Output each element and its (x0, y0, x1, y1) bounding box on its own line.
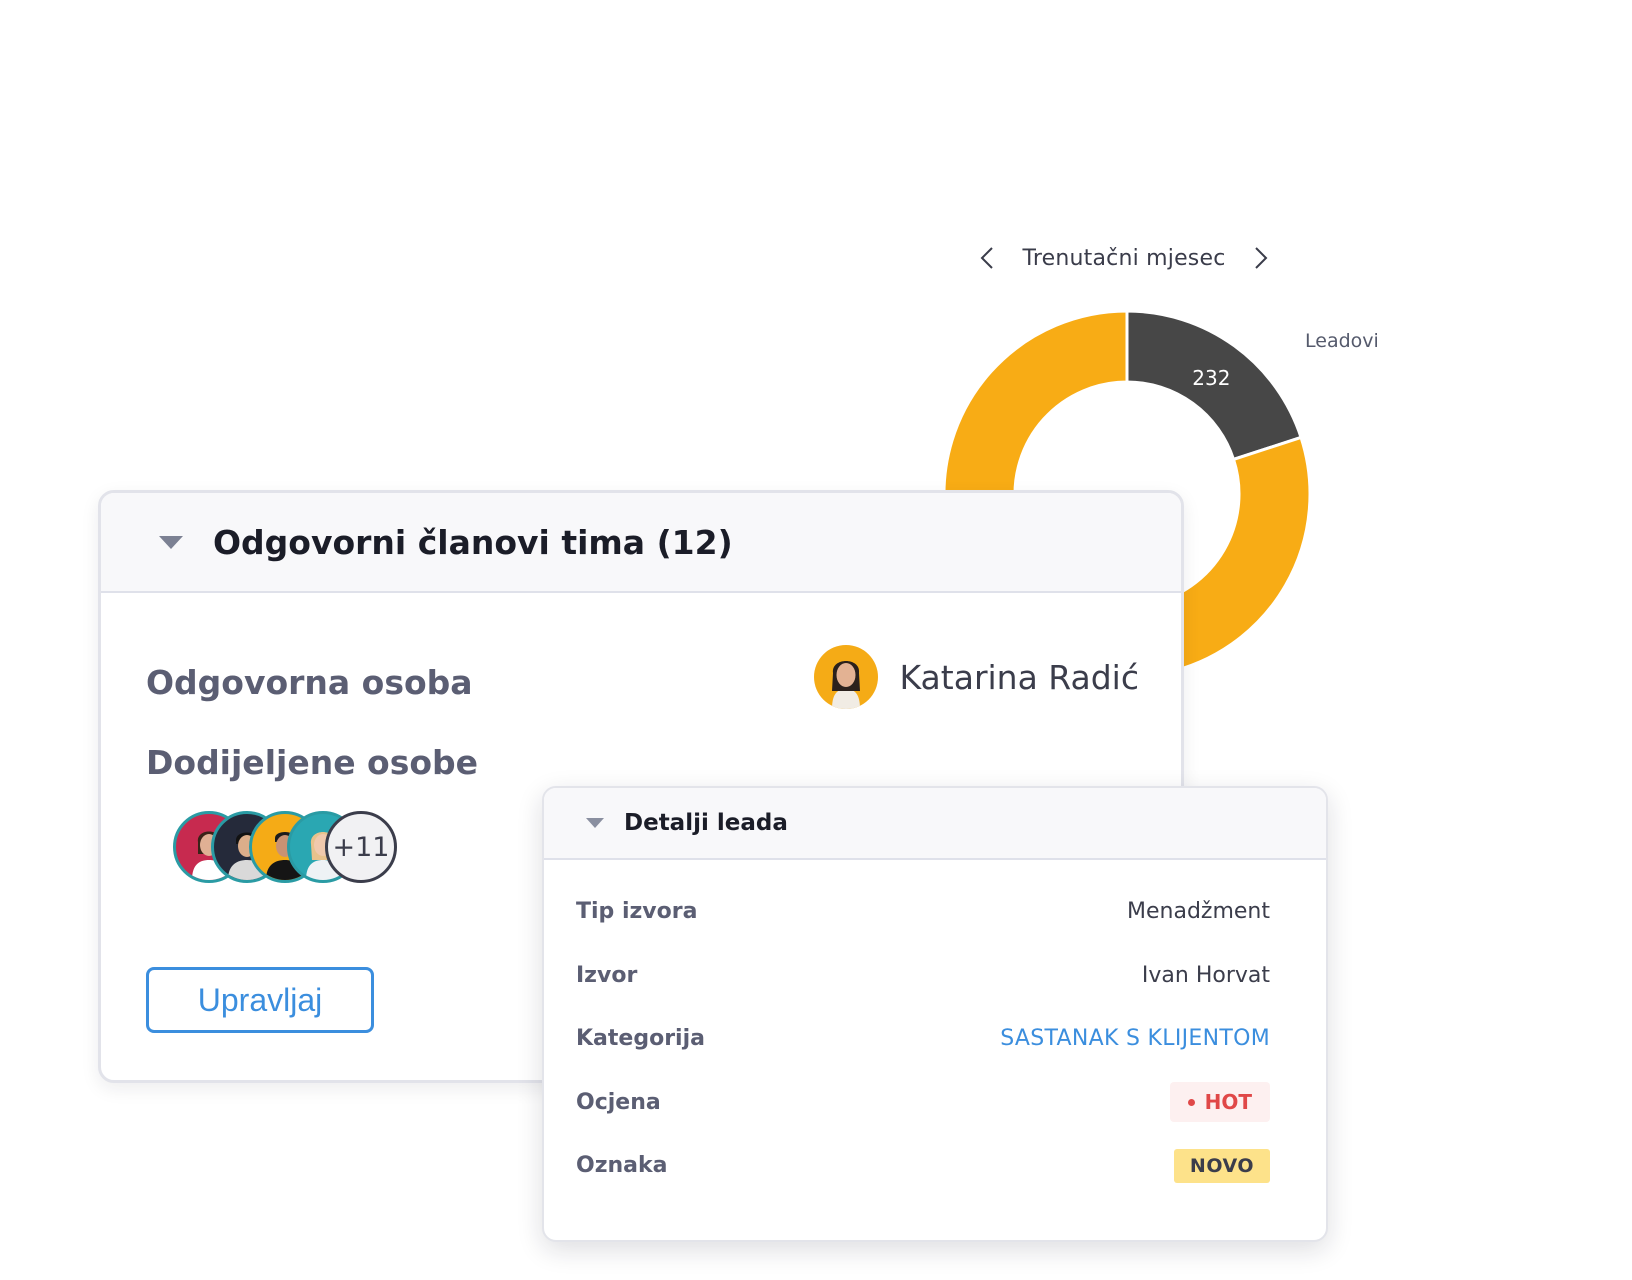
assigned-avatars[interactable]: +11 (173, 811, 413, 883)
lead-label: Ocjena (576, 1089, 661, 1115)
donut-data-label: 232 (1192, 366, 1230, 390)
lead-card-header[interactable]: Detalji leada (544, 788, 1326, 860)
month-navigator: Trenutačni mjesec (974, 238, 1274, 278)
caret-down-icon[interactable] (159, 535, 183, 549)
responsible-name: Katarina Radić (899, 657, 1140, 697)
lead-row-category: Kategorija SASTANAK S KLIJENTOM (576, 1007, 1270, 1071)
hot-badge: HOT (1169, 1082, 1270, 1123)
lead-value: Menadžment (1127, 899, 1270, 925)
legend-leadovi: Leadovi (1305, 330, 1379, 352)
lead-row-tag: Oznaka NOVO (576, 1134, 1270, 1198)
lead-row-source-type: Tip izvora Menadžment (576, 880, 1270, 944)
chevron-right-icon[interactable] (1248, 240, 1274, 276)
lead-label: Izvor (576, 962, 638, 988)
more-members-badge[interactable]: +11 (325, 811, 397, 883)
lead-row-rating: Ocjena HOT (576, 1071, 1270, 1135)
lead-fields: Tip izvora Menadžment Izvor Ivan Horvat … (576, 880, 1270, 1198)
team-card-header[interactable]: Odgovorni članovi tima (12) (101, 493, 1181, 593)
lead-row-source: Izvor Ivan Horvat (576, 944, 1270, 1008)
hot-badge-label: HOT (1204, 1090, 1252, 1115)
month-label: Trenutačni mjesec (1022, 245, 1226, 271)
lead-card-title: Detalji leada (624, 810, 788, 836)
chevron-left-icon[interactable] (974, 240, 1000, 276)
category-link[interactable]: SASTANAK S KLIJENTOM (1000, 1026, 1270, 1051)
team-card-title: Odgovorni članovi tima (12) (213, 522, 733, 562)
lead-label: Oznaka (576, 1153, 668, 1179)
dot-icon (1187, 1098, 1195, 1106)
manage-button[interactable]: Upravljaj (146, 967, 374, 1033)
responsible-label: Odgovorna osoba (146, 663, 473, 702)
lead-label: Kategorija (576, 1026, 705, 1052)
lead-details-card: Detalji leada Tip izvora Menadžment Izvo… (542, 786, 1328, 1242)
lead-label: Tip izvora (576, 899, 698, 925)
assigned-label: Dodijeljene osobe (146, 743, 479, 782)
new-badge: NOVO (1173, 1148, 1270, 1183)
caret-down-icon[interactable] (586, 818, 604, 828)
lead-value: Ivan Horvat (1141, 962, 1270, 988)
responsible-person[interactable]: Katarina Radić (813, 645, 1140, 709)
avatar (813, 645, 878, 709)
